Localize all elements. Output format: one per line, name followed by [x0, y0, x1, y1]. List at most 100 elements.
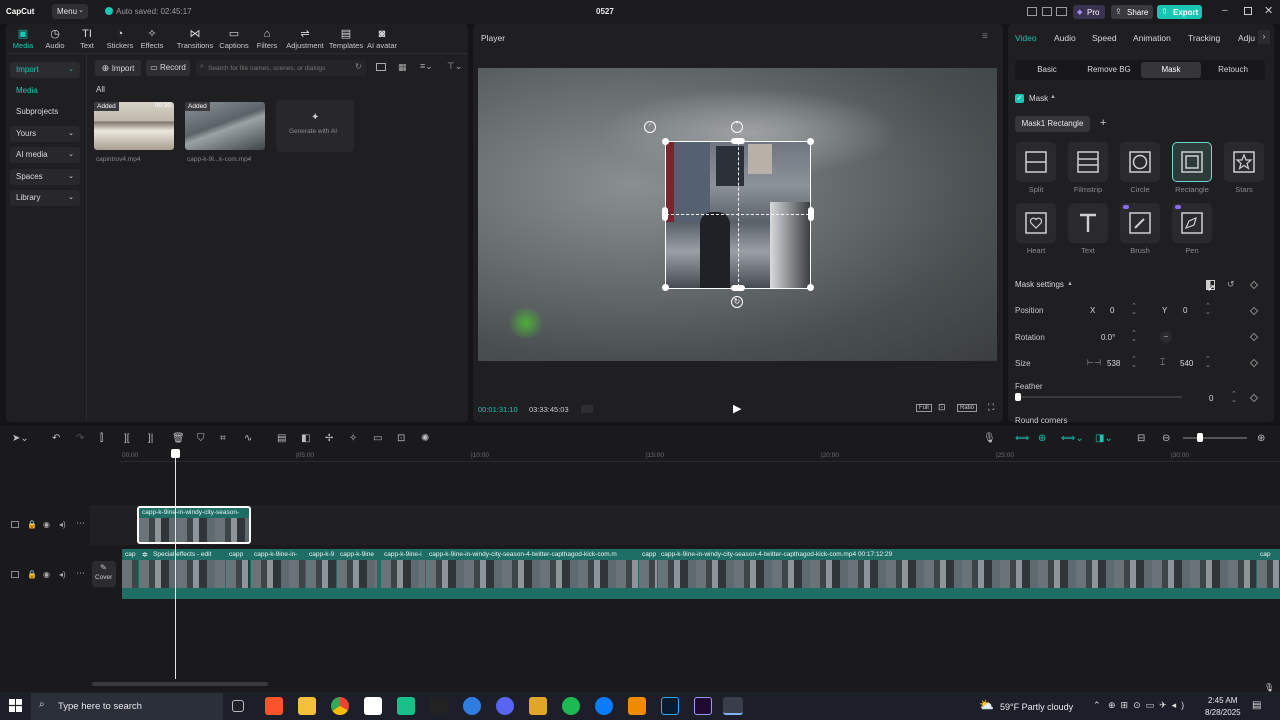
mask-handle-edge[interactable]: [662, 207, 668, 221]
freeze-icon[interactable]: ▤: [277, 433, 286, 444]
mask-round-corner-handle[interactable]: ◜: [644, 121, 656, 133]
subtab-retouch[interactable]: Retouch: [1203, 62, 1263, 78]
eye-icon[interactable]: ◉: [43, 570, 50, 579]
spotify-icon[interactable]: [562, 697, 580, 715]
tabs-scroll-right-icon[interactable]: ›: [1258, 30, 1270, 44]
clock-time[interactable]: 2:45 AM: [1208, 696, 1237, 705]
split-right-icon[interactable]: ]|: [148, 433, 153, 444]
tab-filters[interactable]: ⌂ Filters: [252, 28, 282, 50]
photoshop-icon[interactable]: [661, 697, 679, 715]
green-app-icon[interactable]: [397, 697, 415, 715]
sort-icon[interactable]: ≡⌄: [420, 61, 433, 72]
preview-axis-icon[interactable]: ◨⌄: [1095, 433, 1113, 444]
record-button[interactable]: ▭ Record: [146, 60, 190, 76]
feather-slider-track[interactable]: [1017, 396, 1182, 398]
mask-handle-edge[interactable]: [731, 138, 745, 144]
magic-icon[interactable]: ✧: [349, 433, 357, 444]
ai-tool-icon[interactable]: ✢: [325, 433, 333, 444]
mask-shape-pen[interactable]: [1172, 203, 1212, 243]
mask-shape-heart[interactable]: [1016, 203, 1056, 243]
subtitle-icon[interactable]: ▭: [373, 433, 382, 444]
file-explorer-icon[interactable]: [298, 697, 316, 715]
stabilize-icon[interactable]: ✺: [421, 433, 429, 444]
tab-animation[interactable]: Animation: [1133, 33, 1171, 43]
mask-shape-circle[interactable]: [1120, 142, 1160, 182]
mask-shape-rectangle[interactable]: [1172, 142, 1212, 182]
delete-icon[interactable]: 🗑: [172, 433, 185, 444]
tab-tracking[interactable]: Tracking: [1188, 33, 1220, 43]
mask-enable-checkbox[interactable]: ✓: [1015, 94, 1024, 103]
mask-handle-corner[interactable]: [807, 138, 814, 145]
grid-view-icon[interactable]: ▦: [398, 62, 407, 73]
redo-icon[interactable]: ↷: [76, 433, 84, 444]
chrome-icon[interactable]: [331, 697, 349, 715]
shortcuts-icon[interactable]: [1042, 7, 1052, 16]
weather-text[interactable]: 59°F Partly cloudy: [1000, 702, 1073, 712]
main-clip[interactable]: capp: [639, 550, 657, 598]
mask-shape-brush[interactable]: [1120, 203, 1160, 243]
position-x-value[interactable]: 0: [1110, 306, 1114, 315]
notification-icon[interactable]: ▤: [1252, 700, 1261, 711]
mirror-icon[interactable]: ◧: [301, 433, 310, 444]
share-button[interactable]: ⇪ Share: [1111, 5, 1153, 19]
cover-button[interactable]: ✎ Cover: [92, 561, 116, 587]
audio-icon[interactable]: ◂): [59, 570, 66, 579]
clock-date[interactable]: 8/28/2025: [1205, 708, 1241, 717]
split-left-icon[interactable]: ][: [124, 433, 130, 444]
timeline-scrollbar[interactable]: [92, 682, 268, 686]
close-icon[interactable]: ✕: [1264, 4, 1273, 17]
layout-icon[interactable]: [1027, 7, 1037, 16]
more-icon[interactable]: ⋯: [76, 568, 85, 579]
blue-app-icon[interactable]: [463, 697, 481, 715]
media-search-input[interactable]: [208, 62, 350, 74]
sidebar-item-yours[interactable]: Yours ⌄: [10, 126, 80, 142]
mask-handle-corner[interactable]: [662, 284, 669, 291]
track-toggle-icon[interactable]: [11, 521, 19, 528]
play-icon[interactable]: ▶: [733, 402, 741, 415]
feather-slider-thumb[interactable]: [1015, 393, 1021, 401]
tab-video[interactable]: Video: [1015, 33, 1037, 43]
capcut-active-icon[interactable]: [723, 697, 743, 715]
shazam-icon[interactable]: [595, 697, 613, 715]
maximize-icon[interactable]: [1244, 7, 1252, 15]
ratio-button[interactable]: Ratio: [957, 404, 978, 412]
game-app-icon[interactable]: [529, 697, 547, 715]
split-icon[interactable]: ⫿: [100, 433, 103, 444]
main-clip[interactable]: capp-k-9ine: [337, 550, 377, 598]
media-search-field[interactable]: ⌕ ↻: [196, 60, 366, 76]
caption-track-icon[interactable]: ⊟: [1137, 433, 1145, 444]
sidebar-item-spaces[interactable]: Spaces ⌄: [10, 169, 80, 185]
tab-text[interactable]: TI Text: [72, 28, 102, 50]
discord-icon[interactable]: [496, 697, 514, 715]
stepper-icon[interactable]: ⌃ ⌄: [1131, 330, 1137, 343]
undo-icon[interactable]: ↶: [52, 433, 60, 444]
vlc-icon[interactable]: [628, 697, 646, 715]
lock-icon[interactable]: 🔒: [27, 570, 37, 579]
fullscreen-icon[interactable]: ⛶: [988, 402, 994, 413]
filter-icon[interactable]: ⊤⌄: [447, 61, 462, 72]
sidebar-item-library[interactable]: Library ⌄: [10, 190, 80, 206]
mask-shape-filmstrip[interactable]: [1068, 142, 1108, 182]
tray-chevron-icon[interactable]: ⌃: [1093, 700, 1101, 711]
feedback-icon[interactable]: [1056, 7, 1067, 16]
link-main-track-icon[interactable]: ⟺: [1015, 433, 1029, 444]
tab-ai-avatar[interactable]: ◙ AI avatar: [362, 28, 402, 50]
zoom-slider-track[interactable]: [1183, 437, 1247, 439]
tray-icons[interactable]: ⊕⊞⊙▭✈◂): [1108, 700, 1189, 711]
timecode-toggle-icon[interactable]: [581, 405, 593, 413]
magnet-icon[interactable]: ⊕: [1038, 433, 1046, 444]
main-clip[interactable]: cap: [1257, 550, 1280, 598]
add-mask-icon[interactable]: +: [1100, 117, 1106, 129]
mask-frame[interactable]: [665, 141, 811, 289]
stepper-icon[interactable]: ⌃ ⌄: [1131, 303, 1137, 316]
mask-shape-stars[interactable]: [1224, 142, 1264, 182]
snapshot-icon[interactable]: ⊡: [938, 402, 946, 413]
rotation-value[interactable]: 0.0°: [1101, 333, 1115, 342]
export-frame-icon[interactable]: ⊡: [397, 433, 405, 444]
chevron-up-icon[interactable]: ▲: [1050, 94, 1056, 100]
tab-transitions[interactable]: ⋈ Transitions: [175, 28, 215, 50]
mask-shape-text[interactable]: [1068, 203, 1108, 243]
crop-icon[interactable]: ⌗: [220, 433, 226, 444]
mask-handle-corner[interactable]: [662, 138, 669, 145]
tab-adjustment[interactable]: ⇌ Adjustment: [284, 28, 326, 50]
